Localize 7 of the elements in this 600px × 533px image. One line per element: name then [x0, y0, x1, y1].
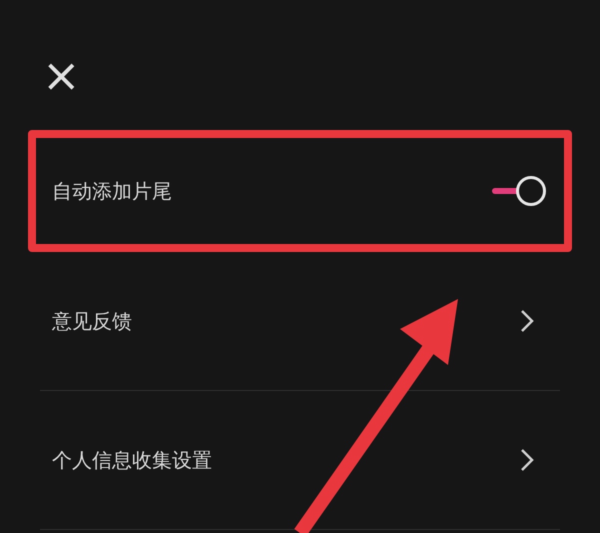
setting-label: 意见反馈: [52, 308, 132, 335]
toggle-switch[interactable]: [490, 174, 546, 208]
close-button[interactable]: ×: [42, 50, 81, 100]
setting-label: 个人信息收集设置: [52, 447, 212, 474]
chevron-right-icon[interactable]: [520, 309, 534, 333]
setting-label: 自动添加片尾: [52, 178, 172, 205]
chevron-right-icon[interactable]: [520, 448, 534, 472]
